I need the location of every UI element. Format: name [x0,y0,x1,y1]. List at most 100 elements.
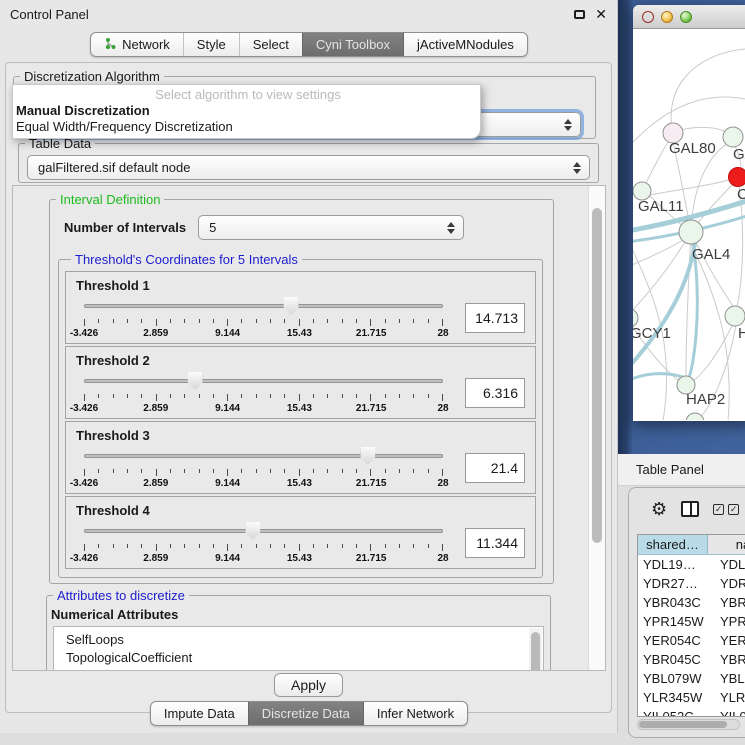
table-data-combobox[interactable]: galFiltered.sif default node [27,155,590,180]
cell[interactable]: YBL0 [708,671,745,686]
tab-network[interactable]: Network [91,33,183,56]
stepper-icon [564,119,572,131]
slider-ticks [84,544,443,552]
threshold-value-field[interactable]: 6.316 [465,378,525,408]
columns-icon[interactable] [681,501,699,517]
scrollbar-thumb[interactable] [531,632,540,671]
table-row[interactable]: YDL19…YDL1 [638,555,745,574]
tab-jactivemnodules[interactable]: jActiveMNodules [403,33,527,56]
gear-icon[interactable]: ⚙ [651,500,667,518]
network-node[interactable] [686,413,704,420]
checkbox-icon[interactable]: ✓ [728,504,739,515]
cell[interactable]: YDR2 [708,576,745,591]
tab-style[interactable]: Style [183,33,239,56]
cell[interactable]: YBR043C [638,595,708,610]
cell[interactable]: YBR0 [708,652,745,667]
number-of-intervals-combobox[interactable]: 5 [198,215,464,240]
list-item[interactable]: SelfLoops [66,631,525,649]
tick-mark [385,544,386,548]
float-window-icon[interactable] [574,10,585,19]
cell[interactable]: YIL0 [708,709,745,717]
slider-track[interactable] [84,529,443,533]
threshold-slider[interactable]: -3.426 2.859 9.144 15.43 21.715 28 [84,445,443,491]
cell[interactable]: YER0 [708,633,745,648]
tick-mark [199,319,200,323]
tab-impute-data[interactable]: Impute Data [151,702,248,725]
select-all-checkbox-icons[interactable]: ✓ ✓ [713,504,739,515]
dropdown-option-manual[interactable]: Manual Discretization [16,103,480,119]
slider-thumb[interactable] [360,447,375,465]
scrollbar-thumb[interactable] [639,721,727,728]
scrollbar-thumb[interactable] [592,208,602,543]
cell[interactable]: YBR0 [708,595,745,610]
close-traffic-light-icon[interactable] [642,11,654,23]
threshold-value-field[interactable]: 21.4 [465,453,525,483]
slider-track[interactable] [84,304,443,308]
network-canvas[interactable]: GAL80 GA C GAL11 GAL4 GCY1 H HAP2 [633,29,745,420]
tick-label: 15.43 [287,553,312,564]
network-node-label: GAL4 [692,246,730,263]
apply-button[interactable]: Apply [274,673,343,697]
cell[interactable]: YDL19… [638,557,708,572]
close-icon[interactable]: ✕ [595,7,607,21]
cell[interactable]: YLR3 [708,690,745,705]
table-row[interactable]: YLR345WYLR3 [638,688,745,707]
column-header-shared-name[interactable]: shared… [638,535,708,554]
tab-infer-network[interactable]: Infer Network [363,702,467,725]
cell[interactable]: YER054C [638,633,708,648]
threshold-value-field[interactable]: 14.713 [465,303,525,333]
tab-discretize-data[interactable]: Discretize Data [248,702,363,725]
cell[interactable]: YDL1 [708,557,745,572]
threshold-slider[interactable]: -3.426 2.859 9.144 15.43 21.715 28 [84,295,443,341]
tick-mark [84,394,85,401]
threshold-slider[interactable]: -3.426 2.859 9.144 15.43 21.715 28 [84,370,443,416]
dropdown-option-equal-width[interactable]: Equal Width/Frequency Discretization [16,119,480,135]
tick-mark [299,319,300,326]
tab-select[interactable]: Select [239,33,302,56]
slider-thumb[interactable] [284,297,299,315]
table-row[interactable]: YER054CYER0 [638,631,745,650]
minimize-traffic-light-icon[interactable] [661,11,673,23]
table-horizontal-scrollbar[interactable] [637,719,740,730]
slider-track[interactable] [84,454,443,458]
table-panel-title: Table Panel [636,462,704,477]
slider-thumb[interactable] [245,522,260,540]
tick-mark [270,394,271,398]
cell[interactable]: YPR145W [638,614,708,629]
list-item[interactable]: TopologicalCoefficient [66,649,525,667]
tick-mark [284,544,285,548]
table-row[interactable]: YBL079WYBL0 [638,669,745,688]
cell[interactable]: YBR045C [638,652,708,667]
cell[interactable]: YBL079W [638,671,708,686]
attributes-scrollbar[interactable] [529,628,542,671]
table-row[interactable]: YBR045CYBR0 [638,650,745,669]
checkbox-icon[interactable]: ✓ [713,504,724,515]
network-node[interactable] [723,127,743,147]
tick-mark [113,394,114,398]
cell[interactable]: YPR1 [708,614,745,629]
cell[interactable]: YLR345W [638,690,708,705]
cyni-bottom-tabs: Impute Data Discretize Data Infer Networ… [0,701,618,726]
table-row[interactable]: YBR043CYBR0 [638,593,745,612]
network-node-selected[interactable] [729,168,745,187]
zoom-traffic-light-icon[interactable] [680,11,692,23]
table-row[interactable]: YDR27…YDR2 [638,574,745,593]
threshold-value-field[interactable]: 11.344 [465,528,525,558]
threshold-slider[interactable]: -3.426 2.859 9.144 15.43 21.715 28 [84,520,443,566]
network-node[interactable] [679,220,703,244]
settings-vertical-scrollbar[interactable] [588,186,605,670]
list-item[interactable]: BetweennessCentrality [66,667,525,671]
dropdown-hint[interactable]: Select algorithm to view settings [16,87,480,103]
cell[interactable]: YIL052C [638,709,708,717]
tab-cyni-toolbox[interactable]: Cyni Toolbox [302,33,403,56]
cell[interactable]: YDR27… [638,576,708,591]
column-header-name[interactable]: na [708,535,745,554]
slider-thumb[interactable] [188,372,203,390]
tick-label: 15.43 [287,403,312,414]
slider-track[interactable] [84,379,443,383]
network-window-titlebar[interactable] [633,5,745,29]
table-row[interactable]: YPR145WYPR1 [638,612,745,631]
network-node[interactable] [725,306,745,326]
tick-mark [356,469,357,473]
table-row[interactable]: YIL052CYIL0 [638,707,745,717]
